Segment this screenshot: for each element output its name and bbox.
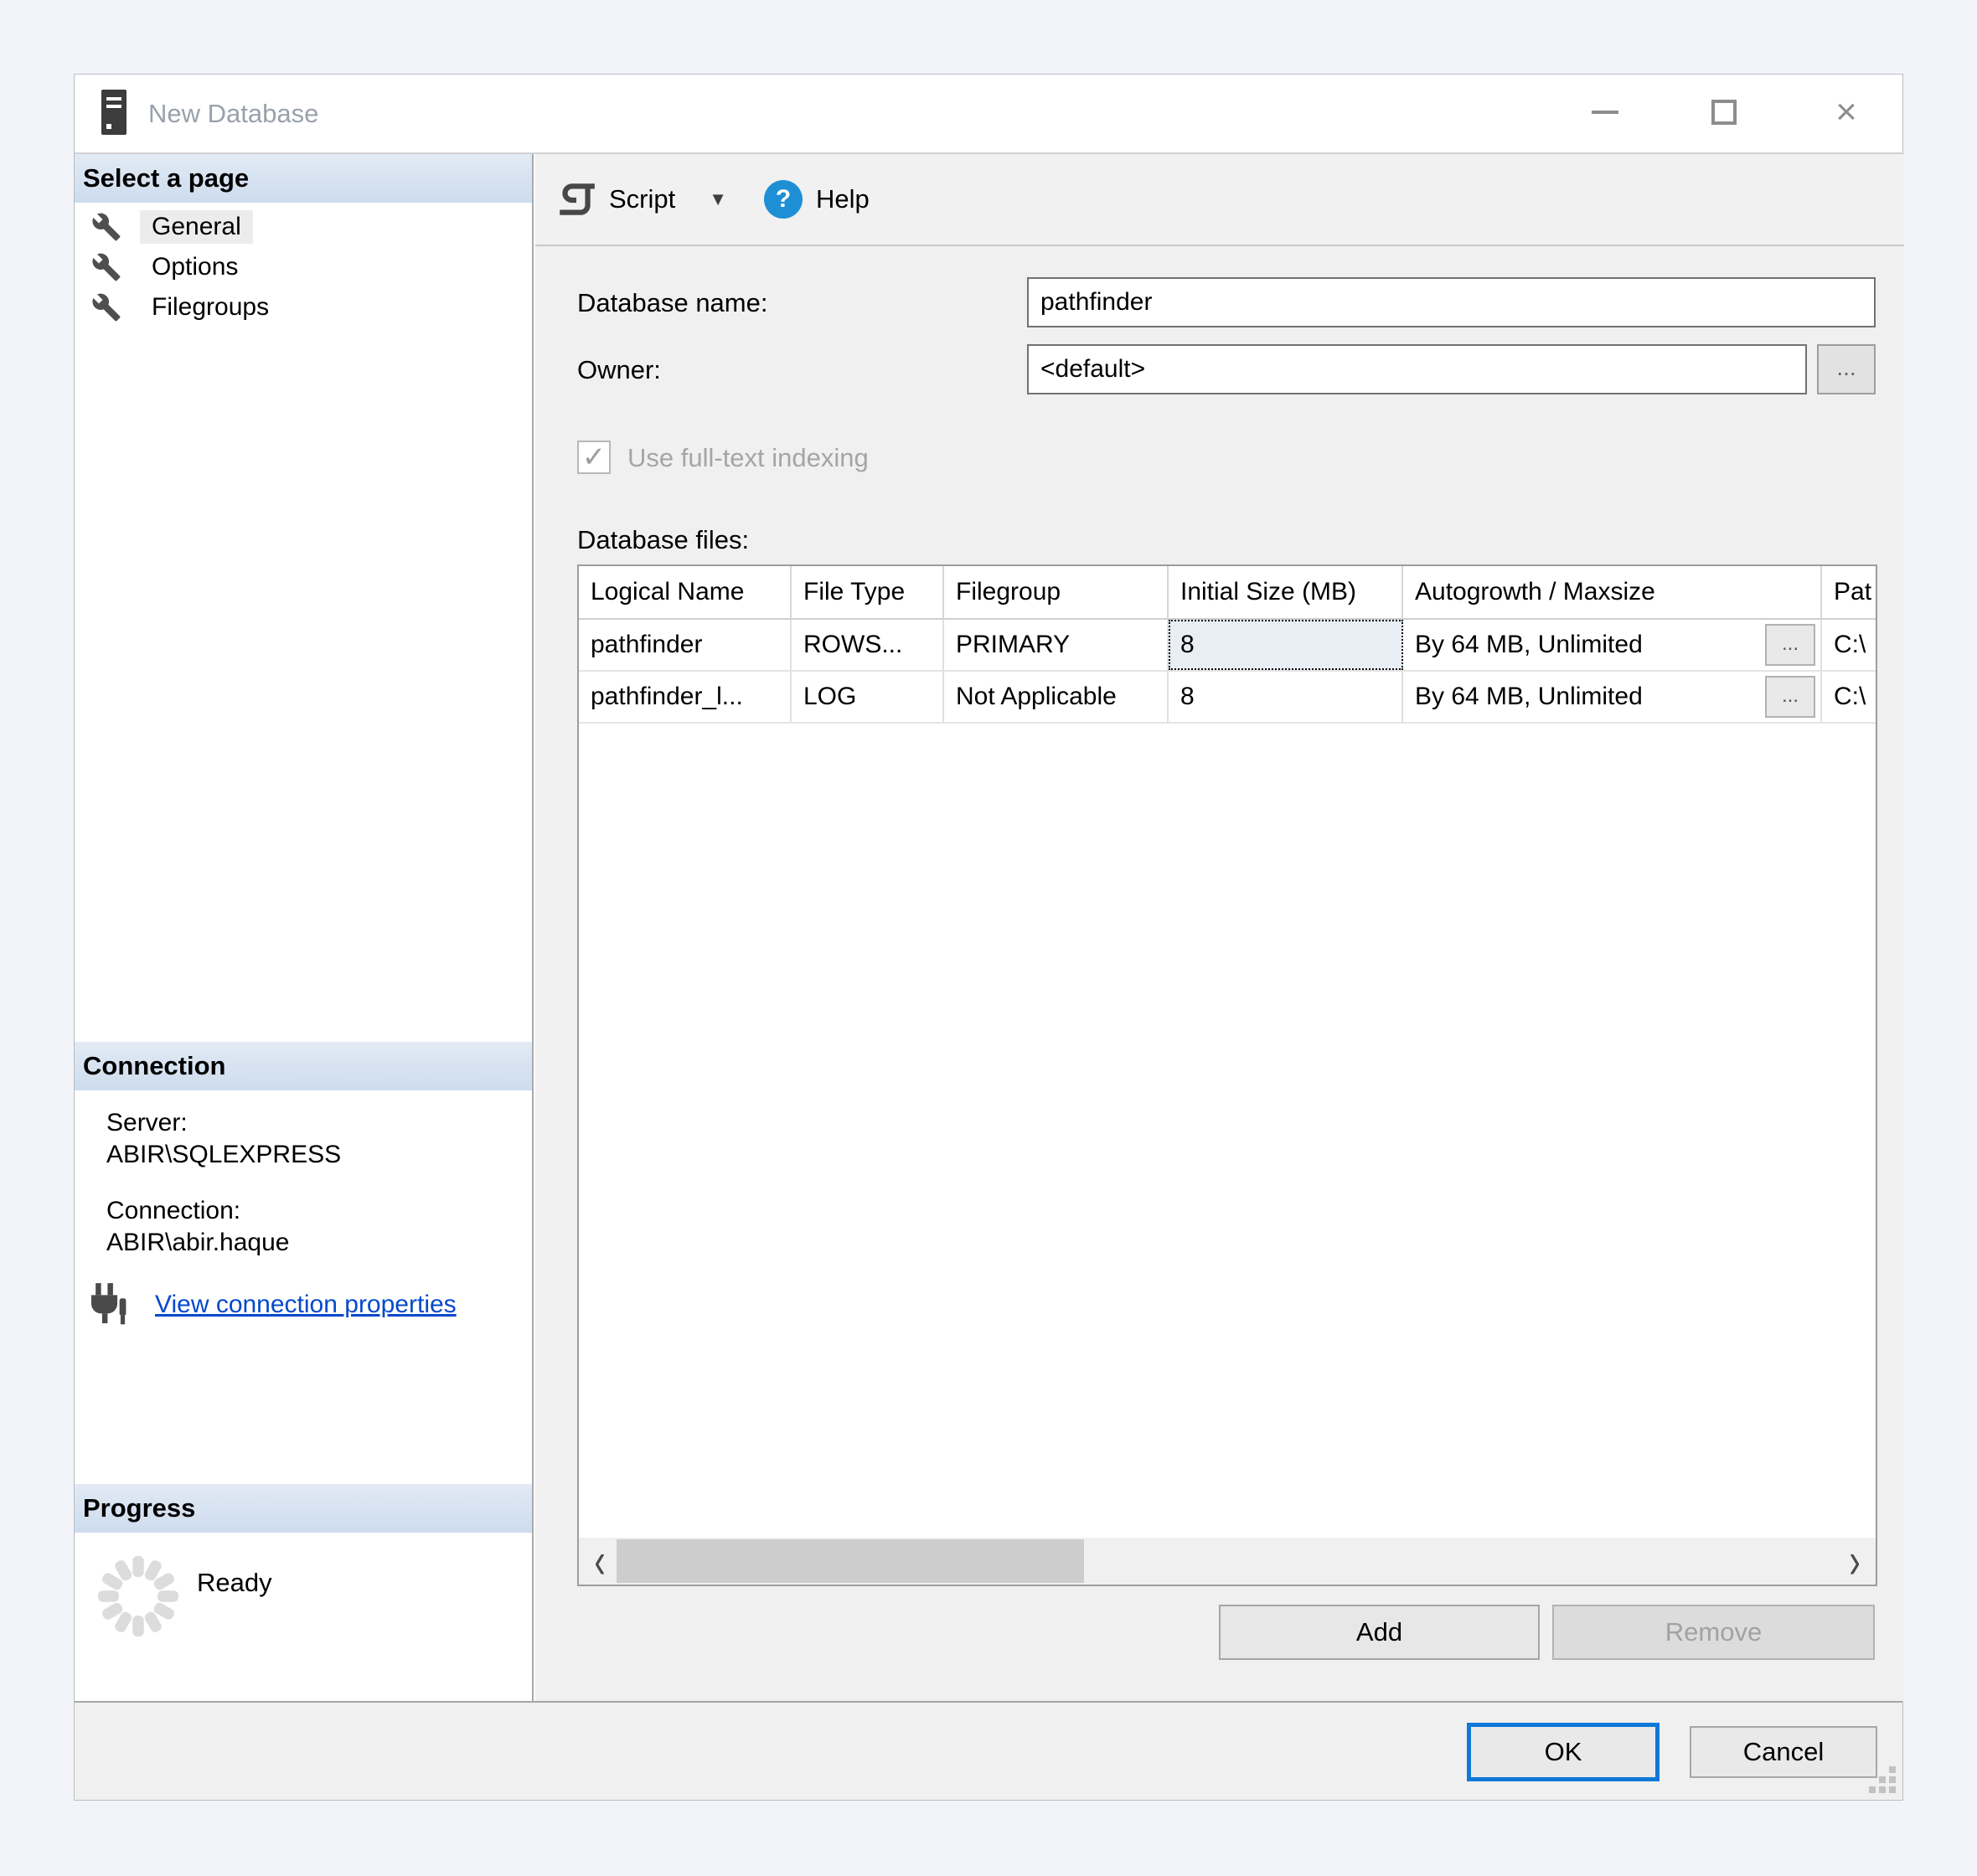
wrench-icon: [91, 292, 121, 322]
maximize-icon: [1711, 100, 1737, 125]
main-panel: Script ▼ ? Help Database name: Owner: ..…: [535, 154, 1904, 1701]
autogrowth-browse-button[interactable]: ...: [1765, 624, 1815, 666]
database-files-label: Database files:: [577, 525, 749, 555]
horizontal-scrollbar[interactable]: ‹ ›: [579, 1538, 1876, 1585]
select-a-page-header: Select a page: [75, 154, 532, 203]
cell-file-type[interactable]: ROWS...: [792, 620, 944, 670]
close-button[interactable]: ×: [1819, 85, 1874, 140]
owner-label: Owner:: [577, 355, 661, 385]
owner-browse-button[interactable]: ...: [1817, 344, 1876, 394]
table-row: pathfinder_l... LOG Not Applicable 8 By …: [579, 672, 1876, 724]
cell-filegroup[interactable]: Not Applicable: [944, 672, 1169, 722]
progress-header: Progress: [75, 1484, 532, 1533]
col-autogrowth[interactable]: Autogrowth / Maxsize: [1403, 566, 1822, 620]
scroll-left-icon[interactable]: ‹: [579, 1526, 621, 1586]
autogrowth-value: By 64 MB, Unlimited: [1415, 683, 1643, 711]
remove-button: Remove: [1552, 1605, 1875, 1660]
col-path[interactable]: Pat: [1822, 566, 1876, 620]
ok-button[interactable]: OK: [1467, 1723, 1660, 1781]
cancel-button[interactable]: Cancel: [1690, 1726, 1877, 1778]
server-label: Server:: [106, 1109, 188, 1137]
database-files-grid: Logical Name File Type Filegroup Initial…: [577, 564, 1877, 1586]
scroll-right-icon[interactable]: ›: [1834, 1526, 1876, 1586]
sidebar-item-options[interactable]: Options: [75, 248, 532, 286]
cell-autogrowth[interactable]: By 64 MB, Unlimited ...: [1403, 672, 1822, 722]
cell-logical-name[interactable]: pathfinder: [579, 620, 792, 670]
sidebar-item-filegroups[interactable]: Filegroups: [75, 288, 532, 327]
autogrowth-browse-button[interactable]: ...: [1765, 676, 1815, 718]
minimize-button[interactable]: [1577, 85, 1633, 140]
owner-input[interactable]: [1027, 344, 1807, 394]
database-name-label: Database name:: [577, 288, 767, 318]
sidebar: Select a page General Options Filegroups…: [75, 154, 534, 1701]
maximize-button[interactable]: [1696, 85, 1752, 140]
col-logical-name[interactable]: Logical Name: [579, 566, 792, 620]
fulltext-checkbox: ✓: [577, 441, 611, 474]
cell-path[interactable]: C:\: [1822, 620, 1876, 670]
script-dropdown-icon[interactable]: ▼: [709, 188, 727, 210]
window-title: New Database: [148, 75, 318, 152]
cell-path[interactable]: C:\: [1822, 672, 1876, 722]
table-row: pathfinder ROWS... PRIMARY 8 By 64 MB, U…: [579, 620, 1876, 672]
grid-header-row: Logical Name File Type Filegroup Initial…: [579, 566, 1876, 620]
close-icon: ×: [1835, 94, 1857, 131]
database-window-icon: [101, 90, 126, 135]
cell-autogrowth[interactable]: By 64 MB, Unlimited ...: [1403, 620, 1822, 670]
scrollbar-thumb[interactable]: [617, 1539, 1084, 1583]
progress-spinner-icon: [96, 1554, 180, 1638]
script-icon: [555, 178, 597, 220]
cell-initial-size[interactable]: 8: [1169, 672, 1403, 722]
new-database-dialog: New Database × Select a page General Opt…: [74, 74, 1903, 1801]
server-value: ABIR\SQLEXPRESS: [106, 1141, 341, 1169]
wrench-icon: [91, 252, 121, 282]
help-icon: ?: [764, 180, 803, 219]
sidebar-item-options-label: Options: [140, 250, 250, 284]
cell-filegroup[interactable]: PRIMARY: [944, 620, 1169, 670]
sidebar-item-general[interactable]: General: [75, 208, 532, 246]
connection-label: Connection:: [106, 1197, 240, 1225]
wrench-icon: [91, 212, 121, 242]
autogrowth-value: By 64 MB, Unlimited: [1415, 631, 1643, 659]
col-filegroup[interactable]: Filegroup: [944, 566, 1169, 620]
view-connection-properties-link[interactable]: View connection properties: [155, 1291, 457, 1319]
check-icon: ✓: [582, 441, 607, 474]
col-file-type[interactable]: File Type: [792, 566, 944, 620]
connection-value: ABIR\abir.haque: [106, 1229, 289, 1257]
sidebar-item-filegroups-label: Filegroups: [140, 291, 281, 324]
cell-logical-name[interactable]: pathfinder_l...: [579, 672, 792, 722]
title-bar: New Database ×: [75, 75, 1902, 154]
script-button[interactable]: Script: [609, 184, 675, 214]
col-initial-size[interactable]: Initial Size (MB): [1169, 566, 1403, 620]
add-button[interactable]: Add: [1219, 1605, 1540, 1660]
progress-status: Ready: [197, 1568, 272, 1598]
plug-icon: [91, 1283, 128, 1327]
resize-grip[interactable]: [1867, 1765, 1896, 1793]
bottom-bar: OK Cancel: [75, 1701, 1902, 1800]
toolbar: Script ▼ ? Help: [535, 154, 1904, 246]
database-name-input[interactable]: [1027, 277, 1876, 327]
cell-file-type[interactable]: LOG: [792, 672, 944, 722]
view-connection-properties-row: View connection properties: [91, 1283, 457, 1327]
sidebar-item-general-label: General: [140, 210, 253, 244]
cell-initial-size-selected[interactable]: 8: [1169, 620, 1403, 670]
fulltext-label: Use full-text indexing: [627, 443, 869, 473]
help-button[interactable]: Help: [816, 184, 870, 214]
connection-header: Connection: [75, 1042, 532, 1090]
minimize-icon: [1592, 111, 1618, 114]
